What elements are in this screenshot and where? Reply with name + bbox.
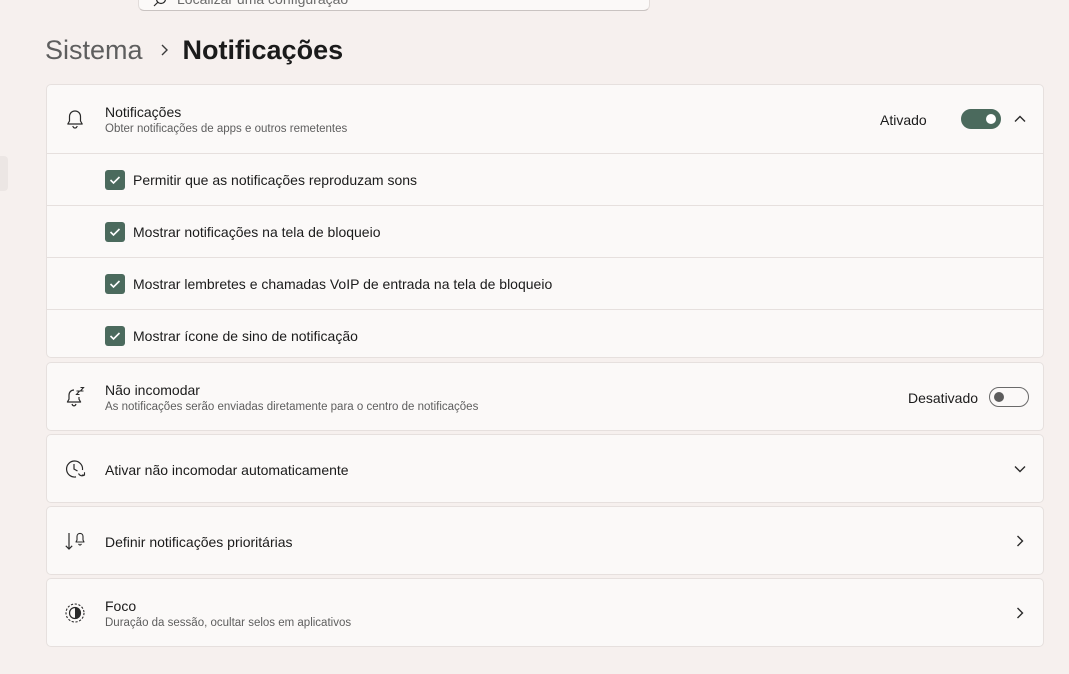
chevron-right-icon[interactable]	[1013, 606, 1027, 620]
toggle-knob	[994, 392, 1004, 402]
search-box[interactable]	[138, 0, 650, 11]
focus-subtitle: Duração da sessão, ocultar selos em apli…	[105, 617, 352, 629]
search-input[interactable]	[177, 0, 617, 8]
sounds-checkbox[interactable]	[105, 169, 125, 190]
notifications-card: Notificações Obter notificações de apps …	[46, 84, 1044, 358]
chevron-up-icon[interactable]	[1013, 112, 1027, 126]
do-not-disturb-card[interactable]: Não incomodar As notificações serão envi…	[46, 362, 1044, 431]
option-label: Mostrar notificações na tela de bloqueio	[133, 223, 381, 240]
notifications-header[interactable]: Notificações Obter notificações de apps …	[47, 85, 1043, 153]
do-not-disturb-state-label: Desativado	[908, 390, 979, 406]
auto-dnd-title: Ativar não incomodar automaticamente	[105, 462, 349, 478]
auto-dnd-card[interactable]: Ativar não incomodar automaticamente	[46, 434, 1044, 503]
do-not-disturb-subtitle: As notificações serão enviadas diretamen…	[105, 401, 479, 413]
checkmark-icon	[109, 279, 121, 288]
checkmark-icon	[109, 175, 121, 184]
toggle-knob	[986, 114, 996, 124]
chevron-down-icon[interactable]	[1013, 462, 1027, 476]
checkmark-icon	[109, 331, 121, 340]
notifications-subtitle: Obter notificações de apps e outros reme…	[105, 123, 348, 135]
option-label: Mostrar lembretes e chamadas VoIP de ent…	[133, 275, 553, 292]
focus-title: Foco	[105, 598, 137, 614]
notifications-option-row[interactable]: Mostrar ícone de sino de notificação	[47, 309, 1043, 361]
clock-refresh-icon	[65, 459, 86, 478]
search-icon	[153, 0, 166, 7]
voip-checkbox[interactable]	[105, 273, 125, 294]
option-label: Permitir que as notificações reproduzam …	[133, 171, 418, 188]
notifications-option-row[interactable]: Mostrar lembretes e chamadas VoIP de ent…	[47, 257, 1043, 309]
bell-icon	[67, 110, 83, 129]
bell-icon-checkbox[interactable]	[105, 325, 125, 346]
notifications-toggle[interactable]	[961, 109, 1001, 129]
priority-card[interactable]: Definir notificações prioritárias	[46, 506, 1044, 575]
checkmark-icon	[109, 227, 121, 236]
notifications-option-row[interactable]: Mostrar notificações na tela de bloqueio	[47, 205, 1043, 257]
page-title: Notificações	[182, 34, 344, 65]
chevron-right-icon	[161, 44, 168, 56]
priority-sort-icon	[65, 532, 85, 550]
breadcrumb: Sistema Notificações	[45, 30, 343, 70]
lockscreen-checkbox[interactable]	[105, 221, 125, 242]
priority-title: Definir notificações prioritárias	[105, 534, 293, 550]
focus-icon	[65, 602, 85, 623]
notifications-option-row[interactable]: Permitir que as notificações reproduzam …	[47, 153, 1043, 205]
bell-snooze-icon	[66, 386, 85, 406]
focus-card[interactable]: Foco Duração da sessão, ocultar selos em…	[46, 578, 1044, 647]
nav-selection-indicator	[0, 156, 8, 191]
notifications-state-label: Ativado	[880, 112, 927, 128]
option-label: Mostrar ícone de sino de notificação	[133, 327, 358, 344]
do-not-disturb-title: Não incomodar	[105, 382, 200, 398]
chevron-right-icon[interactable]	[1013, 534, 1027, 548]
breadcrumb-parent[interactable]: Sistema	[45, 35, 143, 66]
notifications-title: Notificações	[105, 104, 182, 120]
do-not-disturb-toggle[interactable]	[989, 387, 1029, 407]
